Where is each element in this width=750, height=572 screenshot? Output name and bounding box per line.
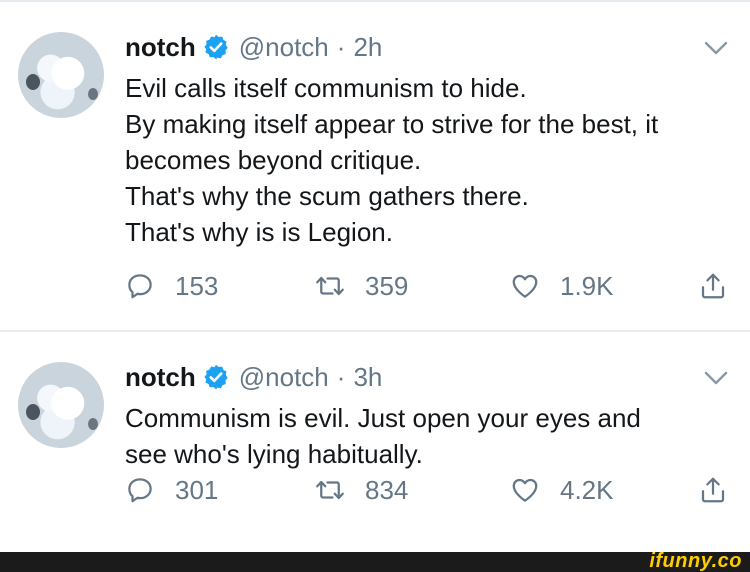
chevron-down-icon[interactable]	[704, 370, 728, 386]
separator: ·	[336, 361, 346, 392]
reply-count: 301	[175, 474, 219, 505]
like-count: 1.9K	[560, 270, 614, 301]
retweet-icon	[316, 276, 344, 296]
tweet-header: notch @notch · 3h	[125, 360, 382, 394]
ifunny-watermark: ifunny.co	[649, 550, 742, 572]
timestamp[interactable]: 3h	[353, 362, 382, 393]
retweet-icon	[316, 480, 344, 500]
tweet-text-line: By making itself appear to strive for th…	[125, 109, 659, 139]
retweet-button[interactable]: 834	[315, 472, 408, 508]
timestamp[interactable]: 2h	[353, 32, 382, 63]
verified-badge-icon	[204, 364, 228, 390]
tweet-text-line: That's why the scum gathers there.	[125, 181, 529, 211]
user-handle[interactable]: @notch	[239, 362, 329, 393]
tweet-text-line: That's why is is Legion.	[125, 217, 393, 247]
tweet-text-line: Evil calls itself communism to hide.	[125, 73, 527, 103]
reply-button[interactable]: 153	[125, 268, 218, 304]
tweet-header: notch @notch · 2h	[125, 30, 382, 64]
tweet-actions: 153 359 1.9K	[125, 268, 745, 304]
like-button[interactable]: 4.2K	[510, 472, 614, 508]
reply-icon	[128, 478, 152, 503]
reply-button[interactable]: 301	[125, 472, 218, 508]
retweet-count: 359	[365, 270, 409, 301]
tweet[interactable]: notch @notch · 3h Communism is evil. Jus…	[0, 348, 750, 538]
tweet[interactable]: notch @notch · 2h Evil calls itself comm…	[0, 18, 750, 318]
top-divider	[0, 0, 750, 2]
tweet-text: Evil calls itself communism to hide. By …	[125, 70, 735, 250]
heart-icon	[512, 478, 538, 502]
avatar[interactable]	[18, 362, 104, 448]
display-name[interactable]: notch	[125, 362, 196, 393]
tweet-text-line: Communism is evil. Just open your eyes a…	[125, 403, 641, 433]
avatar[interactable]	[18, 32, 104, 118]
display-name[interactable]: notch	[125, 32, 196, 63]
share-icon	[701, 273, 725, 299]
tweet-text-line: becomes beyond critique.	[125, 145, 422, 175]
share-button[interactable]	[698, 268, 728, 304]
chevron-down-icon[interactable]	[704, 40, 728, 56]
heart-icon	[512, 274, 538, 298]
verified-badge-icon	[204, 34, 228, 60]
tweet-text: Communism is evil. Just open your eyes a…	[125, 400, 735, 472]
share-button[interactable]	[698, 472, 728, 508]
share-icon	[701, 477, 725, 503]
tweet-text-line: see who's lying habitually.	[125, 439, 423, 469]
separator: ·	[336, 31, 346, 62]
tweet-divider	[0, 330, 750, 332]
retweet-count: 834	[365, 474, 409, 505]
watermark-bar: ifunny.co	[0, 550, 750, 572]
tweet-actions: 301 834 4.2K	[125, 472, 745, 508]
retweet-button[interactable]: 359	[315, 268, 408, 304]
like-count: 4.2K	[560, 474, 614, 505]
reply-icon	[128, 274, 152, 299]
user-handle[interactable]: @notch	[239, 32, 329, 63]
reply-count: 153	[175, 270, 219, 301]
like-button[interactable]: 1.9K	[510, 268, 614, 304]
